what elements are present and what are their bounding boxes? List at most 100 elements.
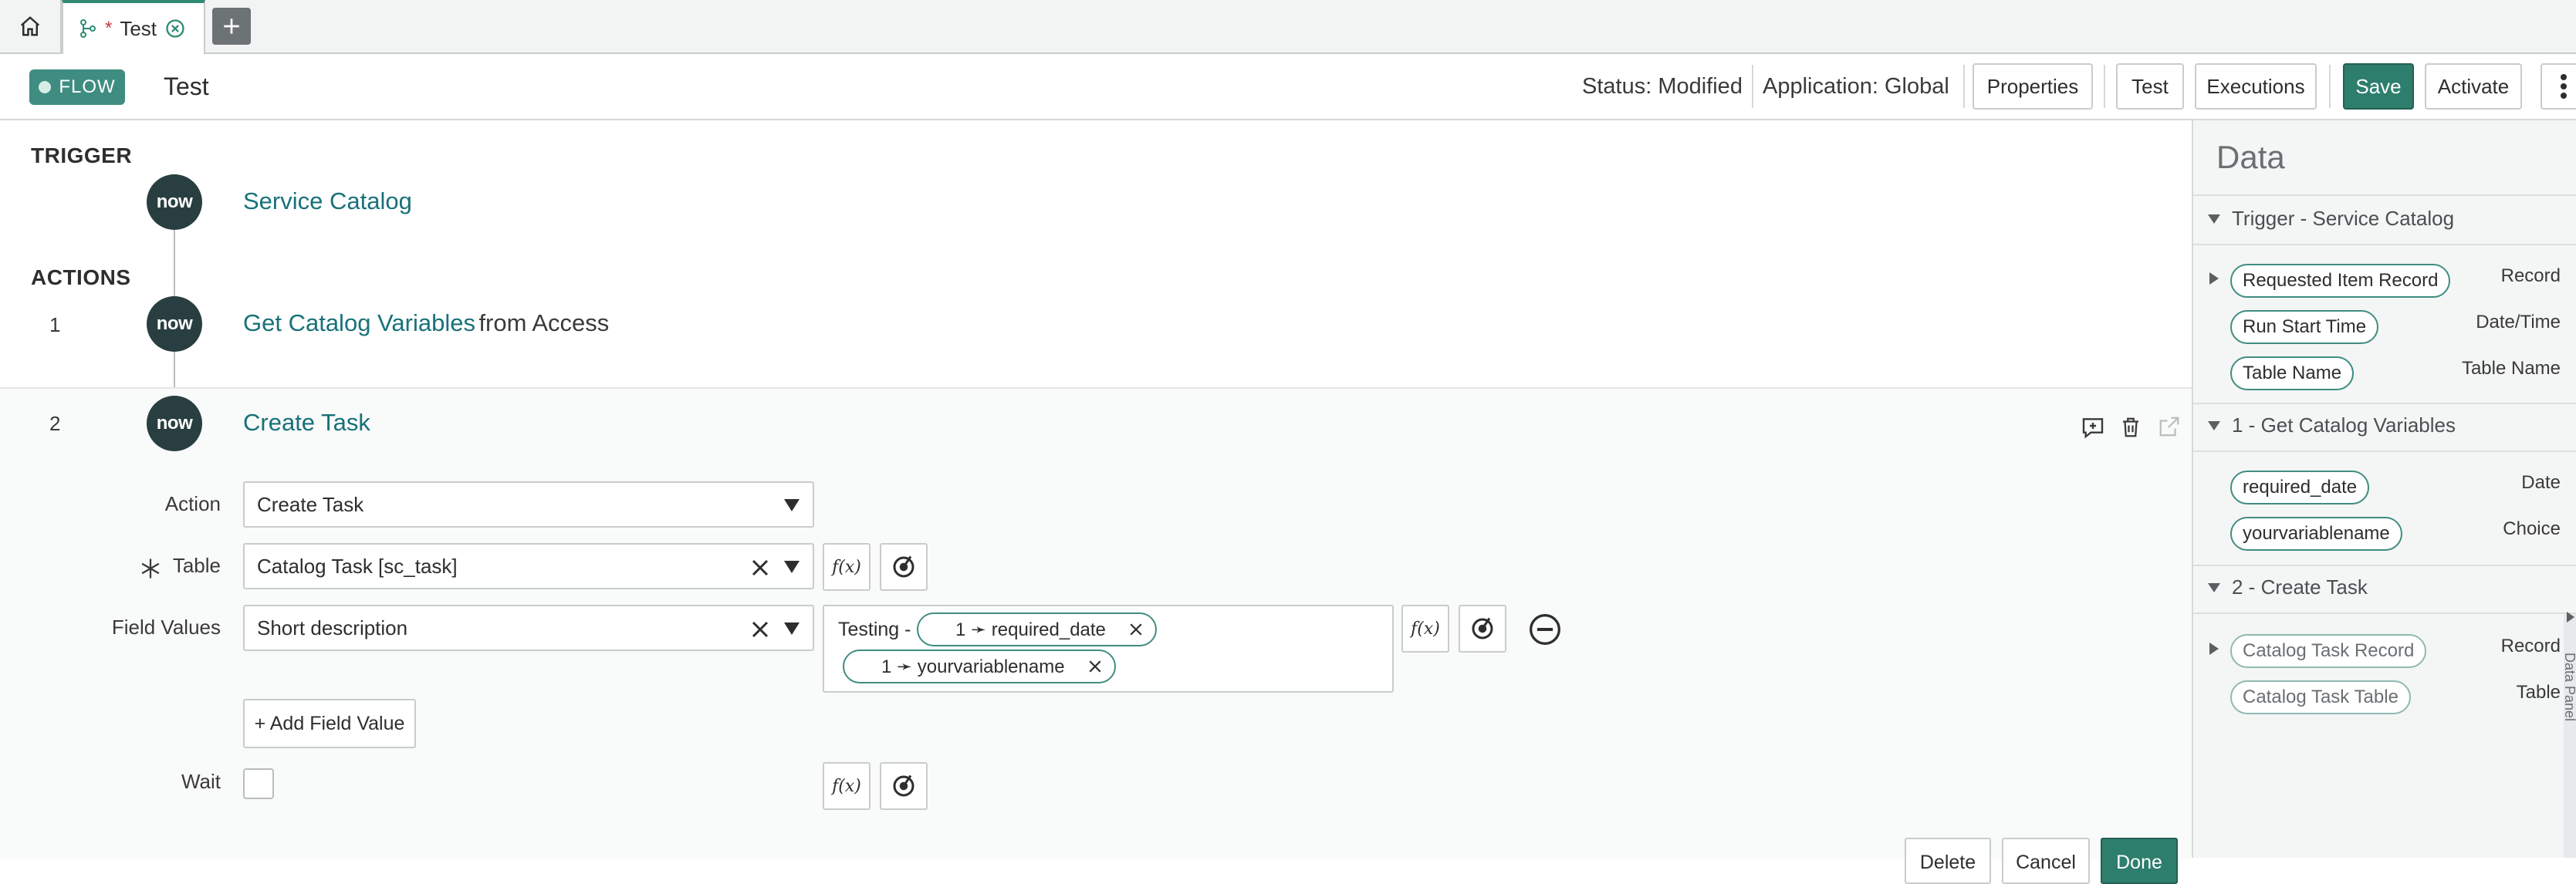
open-external-icon — [2159, 417, 2179, 437]
data-pill[interactable]: Catalog Task Record — [2230, 634, 2427, 668]
data-pill-label: 1 ➛ yourvariablename — [881, 656, 1065, 677]
data-section-header[interactable]: Trigger - Service Catalog — [2207, 207, 2454, 231]
data-type: Record — [2500, 636, 2561, 656]
action-1-row: Get Catalog Variables from Access — [243, 309, 609, 337]
divider — [2193, 565, 2576, 566]
divider — [2193, 612, 2576, 614]
now-logo-icon: now — [147, 396, 202, 451]
add-comment-icon[interactable] — [2081, 415, 2105, 440]
trigger-section-label: TRIGGER — [31, 143, 133, 167]
flow-icon — [80, 19, 96, 38]
wait-checkbox[interactable] — [243, 768, 274, 799]
add-field-value-button[interactable]: + Add Field Value — [243, 699, 416, 748]
caret-down-icon — [784, 561, 800, 573]
divider — [2193, 403, 2576, 404]
data-section-header[interactable]: 2 - Create Task — [2207, 575, 2368, 599]
tab-test[interactable]: * Test — [62, 0, 205, 54]
data-pill-picker-icon — [1472, 617, 1493, 639]
action-create-task[interactable]: Create Task — [243, 409, 370, 437]
more-options-button[interactable] — [2541, 63, 2576, 110]
data-panel: Data Trigger - Service Catalog Requested… — [2192, 120, 2576, 858]
action-number: 1 — [49, 313, 61, 336]
divider — [2193, 450, 2576, 452]
divider — [2104, 65, 2105, 108]
home-icon — [20, 16, 40, 36]
table-field-label: Table — [172, 554, 221, 577]
done-button[interactable]: Done — [2101, 838, 2178, 884]
data-pill-label: 1 ➛ required_date — [955, 619, 1106, 640]
divider — [2193, 194, 2576, 196]
caret-down-icon — [784, 623, 800, 635]
executions-button[interactable]: Executions — [2195, 63, 2317, 110]
action-field-label: Action — [164, 492, 221, 515]
remove-pill-icon[interactable] — [1129, 623, 1143, 636]
now-logo-icon: now — [147, 296, 202, 352]
save-button[interactable]: Save — [2343, 63, 2414, 110]
inline-script-button[interactable]: f(x) — [823, 543, 870, 591]
data-type: Date — [2521, 472, 2561, 493]
now-logo-icon: now — [147, 174, 202, 230]
activate-button[interactable]: Activate — [2425, 63, 2522, 110]
field-value-input[interactable]: Testing - 1 ➛ required_date 1 ➛ yourvari… — [823, 605, 1394, 693]
data-section-title: 1 - Get Catalog Variables — [2232, 413, 2456, 437]
divider — [2329, 65, 2331, 108]
data-panel-side-tab[interactable]: Data Panel — [2562, 612, 2576, 858]
data-type: Date/Time — [2476, 312, 2561, 332]
inline-script-button[interactable]: f(x) — [1401, 605, 1449, 653]
caret-down-icon — [784, 499, 800, 511]
data-type: Record — [2500, 265, 2561, 286]
data-pill[interactable]: 1 ➛ required_date — [917, 612, 1157, 646]
divider — [1752, 65, 1753, 108]
tab-bar: * Test — [0, 0, 2576, 54]
delete-button[interactable]: Delete — [1905, 838, 1991, 884]
data-pill[interactable]: Catalog Task Table — [2230, 680, 2411, 714]
remove-pill-icon[interactable] — [1088, 660, 1102, 673]
data-pill-picker-button[interactable] — [880, 543, 928, 591]
application-label: Application: Global — [1763, 74, 1949, 99]
data-pill[interactable]: 1 ➛ yourvariablename — [843, 650, 1116, 683]
field-value-text: Testing - — [838, 619, 911, 640]
wait-field-label: Wait — [181, 770, 221, 793]
field-name-select[interactable]: Short description — [243, 605, 814, 651]
data-pill-picker-icon — [893, 555, 914, 578]
data-pill-picker-button[interactable] — [1459, 605, 1506, 653]
remove-field-icon[interactable] — [1528, 612, 1562, 646]
tab-home[interactable] — [0, 0, 62, 52]
data-pill[interactable]: Requested Item Record — [2230, 264, 2451, 298]
status-label: Status: Modified — [1582, 74, 1743, 99]
action-get-catalog-variables[interactable]: Get Catalog Variables — [243, 309, 475, 336]
expand-icon[interactable] — [2209, 272, 2219, 285]
data-section-header[interactable]: 1 - Get Catalog Variables — [2207, 413, 2456, 437]
data-pill[interactable]: yourvariablename — [2230, 517, 2402, 551]
action-select-value: Create Task — [257, 492, 364, 516]
close-tab-icon[interactable] — [164, 18, 186, 39]
data-pill[interactable]: Table Name — [2230, 356, 2355, 390]
table-select[interactable]: Catalog Task [sc_task] — [243, 543, 814, 589]
data-type: Choice — [2503, 518, 2561, 539]
flow-header: FLOW Test Status: Modified Application: … — [0, 54, 2576, 120]
action-select[interactable]: Create Task — [243, 481, 814, 528]
inline-script-button[interactable]: f(x) — [823, 762, 870, 810]
data-pill-picker-button[interactable] — [880, 762, 928, 810]
test-button[interactable]: Test — [2116, 63, 2184, 110]
collapse-icon — [2208, 582, 2220, 592]
field-values-label: Field Values — [111, 616, 221, 639]
expand-icon[interactable] — [2209, 642, 2219, 656]
cancel-button[interactable]: Cancel — [2002, 838, 2090, 884]
actions-section-label: ACTIONS — [31, 265, 131, 289]
data-type: Table — [2516, 682, 2561, 703]
data-pill[interactable]: Run Start Time — [2230, 310, 2379, 344]
trigger-service-catalog[interactable]: Service Catalog — [243, 187, 412, 215]
clear-icon[interactable] — [751, 558, 769, 577]
more-vertical-icon — [2561, 74, 2567, 99]
properties-button[interactable]: Properties — [1973, 63, 2093, 110]
data-pill[interactable]: required_date — [2230, 471, 2370, 504]
action-source: from Access — [478, 309, 610, 336]
divider — [1963, 65, 1965, 108]
side-tab-label: Data Panel — [2562, 653, 2576, 722]
table-select-value: Catalog Task [sc_task] — [257, 554, 458, 578]
clear-icon[interactable] — [751, 620, 769, 639]
action-number: 2 — [49, 412, 61, 435]
new-tab-button[interactable] — [212, 8, 251, 45]
delete-icon[interactable] — [2119, 415, 2142, 440]
